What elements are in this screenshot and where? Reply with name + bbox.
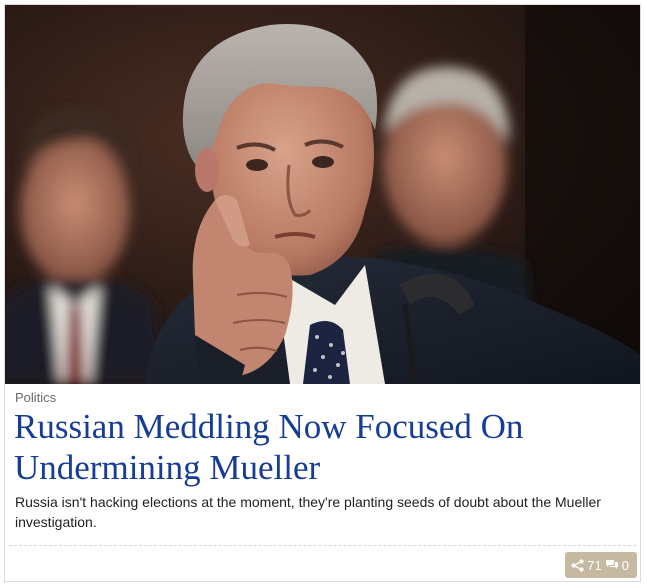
comment-count: 0 bbox=[621, 557, 629, 573]
article-category[interactable]: Politics bbox=[15, 390, 56, 405]
share-count-button[interactable]: 71 bbox=[571, 557, 602, 573]
divider bbox=[9, 545, 636, 546]
share-icon bbox=[571, 558, 584, 572]
article-summary: Russia isn't hacking elections at the mo… bbox=[15, 494, 601, 530]
article-image[interactable] bbox=[5, 5, 640, 384]
article-card: Politics Russian Meddling Now Focused On… bbox=[4, 4, 641, 582]
share-count: 71 bbox=[587, 557, 602, 573]
comment-icon bbox=[605, 559, 619, 571]
comment-count-button[interactable]: 0 bbox=[605, 558, 629, 573]
engagement-badge: 71 0 bbox=[565, 552, 637, 578]
article-headline[interactable]: Russian Meddling Now Focused On Undermin… bbox=[14, 406, 624, 488]
